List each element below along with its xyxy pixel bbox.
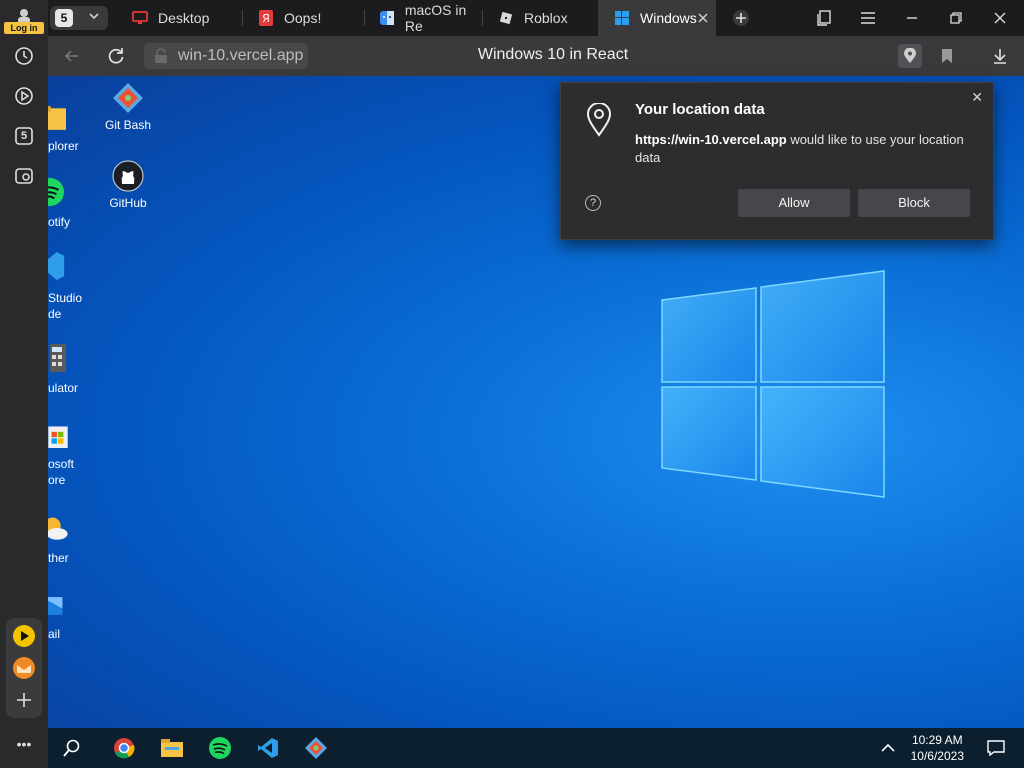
tab-macos[interactable]: macOS in Re <box>364 0 482 36</box>
desktop-icon-label: ail <box>48 627 61 641</box>
taskbar: 10:29 AM 10/6/2023 <box>48 728 1024 768</box>
tab-count-number: 5 <box>20 130 28 142</box>
page-title: Windows 10 in React <box>477 46 629 63</box>
finder-icon <box>380 10 395 26</box>
desktop-icon-git-bash[interactable]: Git Bash <box>88 82 168 132</box>
search-icon[interactable] <box>60 736 84 760</box>
collections-icon[interactable] <box>812 6 836 30</box>
desktop-icon-label: otify <box>48 215 71 229</box>
desktop-icon-label: Git Bash <box>104 118 152 132</box>
tab-label: Windows <box>640 10 697 26</box>
mail-icon <box>48 597 63 615</box>
address-bar: win-10.vercel.app Windows 10 in React <box>48 36 1024 76</box>
tab-roblox[interactable]: Roblox <box>482 0 598 36</box>
desktop-icon-label: ulator <box>48 381 79 395</box>
minimize-icon[interactable] <box>900 6 924 30</box>
tab-label: Desktop <box>158 10 210 26</box>
desktop-icon-label: Studio <box>48 291 83 305</box>
chevron-up-icon[interactable] <box>876 736 900 760</box>
tab-windows[interactable]: Windows <box>598 0 716 36</box>
screenshot-icon[interactable] <box>12 164 36 188</box>
tab-label: Oops! <box>284 10 322 26</box>
system-clock[interactable]: 10:29 AM 10/6/2023 <box>911 732 964 764</box>
github-icon <box>112 160 144 192</box>
desktop-icon-github[interactable]: GitHub <box>88 160 168 210</box>
popup-message: https://win-10.vercel.app would like to … <box>635 131 981 167</box>
tab-oops[interactable]: Я Oops! <box>242 0 364 36</box>
tab-label: macOS in Re <box>404 2 467 34</box>
desktop-icon-label: ther <box>48 551 69 565</box>
location-pin-icon <box>585 102 613 137</box>
url-field[interactable]: win-10.vercel.app <box>144 43 308 69</box>
music-app-icon[interactable] <box>12 624 36 648</box>
desktop-icon-label: plorer <box>48 139 79 153</box>
vscode-icon <box>48 252 65 280</box>
video-icon[interactable] <box>12 84 36 108</box>
clock-time: 10:29 AM <box>911 733 963 747</box>
close-icon[interactable]: ✕ <box>971 89 983 106</box>
tab-label: Roblox <box>524 10 568 26</box>
notification-icon[interactable] <box>984 736 1008 760</box>
weather-icon <box>48 517 68 540</box>
location-permission-popup: Your location data https://win-10.vercel… <box>560 82 994 240</box>
browser-sidebar: Log in 5 ••• <box>0 0 48 768</box>
svg-text:Я: Я <box>262 12 270 25</box>
tab-count-icon[interactable]: 5 <box>12 124 36 148</box>
tab-count-value: 5 <box>55 9 73 27</box>
tab-desktop[interactable]: Desktop <box>116 0 242 36</box>
clock-date: 10/6/2023 <box>910 749 964 763</box>
desktop-icon-label: ore <box>48 473 66 487</box>
back-icon[interactable] <box>60 44 84 68</box>
more-icon[interactable]: ••• <box>12 732 36 756</box>
login-badge[interactable]: Log in <box>4 22 44 34</box>
spotify-icon[interactable] <box>208 736 232 760</box>
history-icon[interactable] <box>12 44 36 68</box>
store-icon <box>48 426 68 448</box>
desktop-icon-label: osoft <box>48 457 75 471</box>
windows-icon <box>614 10 630 26</box>
close-window-icon[interactable] <box>988 6 1012 30</box>
tab-count-button[interactable]: 5 <box>50 6 108 30</box>
url-text: win-10.vercel.app <box>178 47 304 64</box>
lock-icon[interactable] <box>154 48 168 69</box>
popup-title: Your location data <box>635 101 765 118</box>
tab-bar: 5 Desktop Я Oops! macOS in Re Roblox Win… <box>48 0 1024 36</box>
vscode-icon[interactable] <box>256 736 280 760</box>
new-tab-button[interactable] <box>729 6 753 30</box>
reload-icon[interactable] <box>104 44 128 68</box>
location-pin-icon[interactable] <box>898 44 922 68</box>
add-app-icon[interactable] <box>12 688 36 712</box>
roblox-icon <box>498 10 514 26</box>
calculator-icon <box>50 344 66 372</box>
chrome-icon[interactable] <box>112 736 136 760</box>
yandex-icon: Я <box>258 10 274 26</box>
windows-logo-wallpaper <box>661 270 885 498</box>
chevron-down-icon <box>88 10 100 25</box>
help-icon[interactable]: ? <box>585 195 601 211</box>
spotify-icon <box>48 178 64 206</box>
file-explorer-icon[interactable] <box>160 736 184 760</box>
folder-icon <box>48 106 66 130</box>
download-icon[interactable] <box>988 44 1012 68</box>
menu-icon[interactable] <box>856 6 880 30</box>
bookmark-icon[interactable] <box>935 44 959 68</box>
desktop-icon-label: GitHub <box>109 196 147 210</box>
git-bash-icon <box>112 82 144 114</box>
desktop-icon-label: de <box>48 307 62 321</box>
allow-button[interactable]: Allow <box>738 189 850 217</box>
popup-site: https://win-10.vercel.app <box>635 132 787 147</box>
mail-app-icon[interactable] <box>12 656 36 680</box>
git-bash-icon[interactable] <box>304 736 328 760</box>
block-button[interactable]: Block <box>858 189 970 217</box>
restore-icon[interactable] <box>944 6 968 30</box>
tab-close-icon[interactable] <box>698 10 708 26</box>
monitor-icon <box>132 10 148 26</box>
sidebar-apps-panel <box>6 618 42 718</box>
